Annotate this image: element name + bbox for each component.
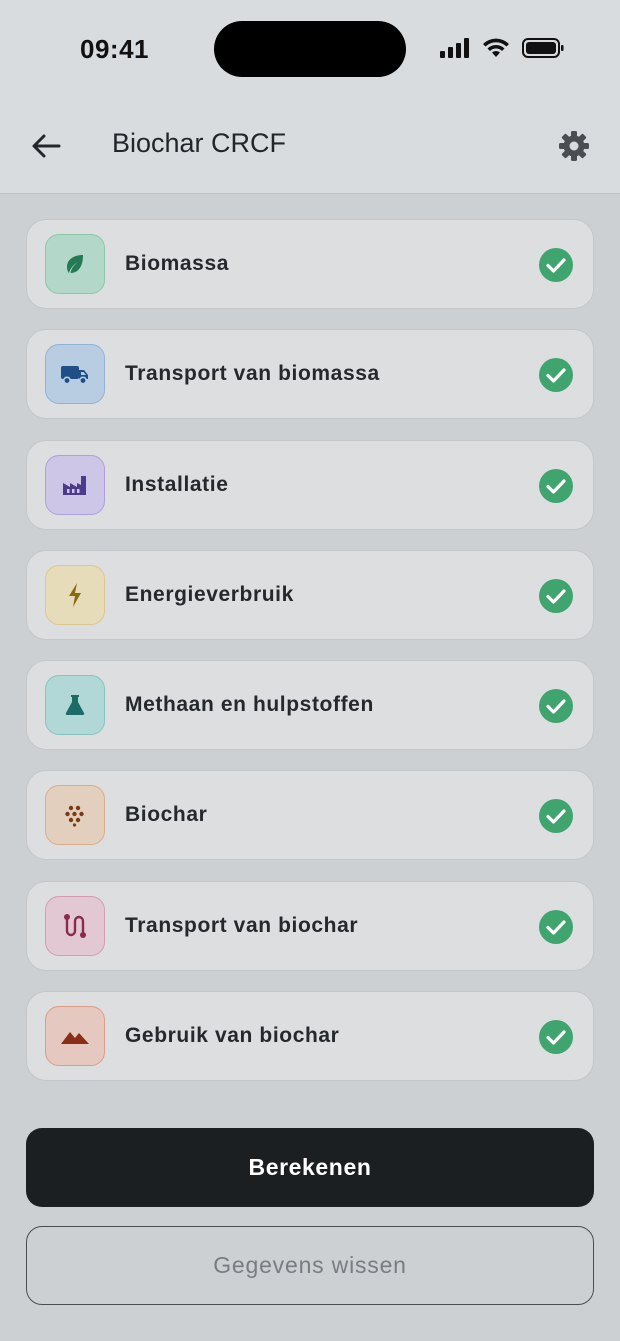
flask-icon (65, 695, 85, 716)
check-circle-icon (539, 689, 573, 724)
status-time: 09:41 (80, 34, 149, 64)
list-item-label: Biomassa (125, 252, 230, 275)
clear-data-button[interactable]: Gegevens wissen (26, 1226, 594, 1305)
list-item-label: Methaan en hulpstoffen (125, 693, 374, 717)
check-circle-icon (539, 909, 573, 944)
status-bar: 09:41 (0, 0, 620, 100)
mountain-icon (61, 1032, 89, 1045)
list-item-installatie[interactable]: Installatie (26, 439, 594, 530)
lightning-icon (69, 582, 81, 607)
list-item-energieverbruik[interactable]: Energieverbruik (26, 549, 594, 640)
icon-tile (45, 1006, 105, 1067)
check-circle-icon (539, 799, 573, 834)
list-item-label: Energieverbruik (125, 582, 294, 606)
icon-tile (45, 564, 105, 625)
check-circle-icon (539, 248, 573, 282)
settings-button[interactable] (554, 126, 594, 166)
battery-icon (522, 38, 564, 58)
check-circle-icon (539, 358, 573, 393)
list-item-transport-biomassa[interactable]: Transport van biomassa (26, 329, 594, 420)
icon-tile (45, 344, 105, 405)
leaf-icon (67, 255, 83, 273)
list-item-label: Transport van biochar (125, 913, 359, 937)
calculate-button[interactable]: Berekenen (26, 1128, 594, 1207)
list-item-methaan[interactable]: Methaan en hulpstoffen (26, 660, 594, 751)
icon-tile (45, 895, 105, 956)
list-item-gebruik-biochar[interactable]: Gebruik van biochar (26, 991, 594, 1082)
list-item-label: Gebruik van biochar (125, 1024, 340, 1048)
list-item-biochar[interactable]: Biochar (26, 770, 594, 861)
icon-tile (45, 454, 105, 515)
check-circle-icon (539, 578, 573, 613)
category-list: Biomassa Transport van biomassa Installa… (26, 219, 594, 1101)
factory-icon (63, 475, 86, 495)
icon-tile (45, 675, 105, 736)
truck-icon (61, 366, 88, 385)
list-item-label: Installatie (125, 472, 229, 496)
check-circle-icon (539, 1020, 573, 1055)
icon-tile (45, 234, 105, 294)
arrow-left-icon (32, 134, 61, 158)
cellular-signal-icon (440, 38, 469, 58)
back-button[interactable] (26, 126, 66, 166)
page-title: Biochar CRCF (112, 128, 287, 158)
route-icon (64, 913, 86, 938)
gear-icon (559, 131, 589, 161)
icon-tile (45, 785, 105, 846)
list-item-label: Biochar (125, 803, 208, 827)
dynamic-island (214, 21, 406, 77)
list-item-transport-biochar[interactable]: Transport van biochar (26, 880, 594, 971)
check-circle-icon (539, 468, 573, 503)
list-item-label: Transport van biomassa (125, 362, 380, 386)
status-icons (440, 38, 564, 58)
app-bar: Biochar CRCF (0, 100, 620, 194)
wifi-icon (483, 38, 509, 57)
granules-icon (65, 806, 84, 828)
list-item-biomassa[interactable]: Biomassa (26, 219, 594, 309)
